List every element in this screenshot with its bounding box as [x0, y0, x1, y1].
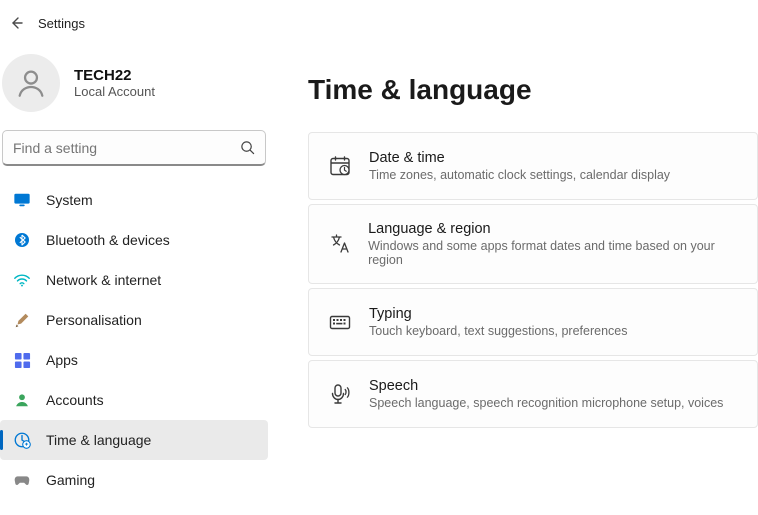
card-title: Typing [369, 306, 627, 322]
card-subtitle: Time zones, automatic clock settings, ca… [369, 168, 670, 182]
card-date-time[interactable]: Date & time Time zones, automatic clock … [308, 132, 758, 200]
user-subtitle: Local Account [74, 84, 155, 99]
sidebar-item-personalisation[interactable]: Personalisation [0, 300, 268, 340]
sidebar-item-time-language[interactable]: Time & language [0, 420, 268, 460]
sidebar-item-system[interactable]: System [0, 180, 268, 220]
sidebar-item-accounts[interactable]: Accounts [0, 380, 268, 420]
card-speech[interactable]: Speech Speech language, speech recogniti… [308, 360, 758, 428]
search-icon [240, 140, 255, 155]
wifi-icon [12, 270, 32, 290]
sidebar-item-label: System [46, 192, 93, 208]
sidebar-item-network[interactable]: Network & internet [0, 260, 268, 300]
sidebar-item-label: Personalisation [46, 312, 142, 328]
bluetooth-icon [12, 230, 32, 250]
sidebar: TECH22 Local Account [0, 46, 268, 515]
sidebar-item-gaming[interactable]: Gaming [0, 460, 268, 500]
user-block[interactable]: TECH22 Local Account [0, 46, 268, 130]
language-region-icon [327, 231, 352, 257]
titlebar: Settings [0, 0, 758, 46]
sidebar-item-label: Apps [46, 352, 78, 368]
card-subtitle: Touch keyboard, text suggestions, prefer… [369, 324, 627, 338]
card-language-region[interactable]: Language & region Windows and some apps … [308, 204, 758, 284]
date-time-icon [327, 153, 353, 179]
user-name: TECH22 [74, 67, 155, 84]
speech-icon [327, 381, 353, 407]
typing-icon [327, 309, 353, 335]
sidebar-item-label: Bluetooth & devices [46, 232, 170, 248]
system-icon [12, 190, 32, 210]
window-title: Settings [38, 16, 85, 31]
card-subtitle: Windows and some apps format dates and t… [368, 239, 739, 267]
back-button[interactable] [4, 11, 28, 35]
accounts-icon [12, 390, 32, 410]
card-list: Date & time Time zones, automatic clock … [308, 132, 758, 428]
card-title: Speech [369, 378, 723, 394]
sidebar-item-label: Accounts [46, 392, 104, 408]
card-title: Language & region [368, 221, 739, 237]
sidebar-item-label: Network & internet [46, 272, 161, 288]
card-subtitle: Speech language, speech recognition micr… [369, 396, 723, 410]
page-title: Time & language [308, 74, 758, 106]
card-title: Date & time [369, 150, 670, 166]
nav: System Bluetooth & devices [0, 180, 268, 500]
search-input[interactable] [13, 140, 240, 156]
apps-icon [12, 350, 32, 370]
main: Time & language Date & time [268, 46, 758, 515]
gaming-icon [12, 470, 32, 490]
sidebar-item-apps[interactable]: Apps [0, 340, 268, 380]
brush-icon [12, 310, 32, 330]
sidebar-item-bluetooth[interactable]: Bluetooth & devices [0, 220, 268, 260]
avatar [2, 54, 60, 112]
search-box[interactable] [2, 130, 266, 166]
sidebar-item-label: Gaming [46, 472, 95, 488]
time-language-icon [12, 430, 32, 450]
card-typing[interactable]: Typing Touch keyboard, text suggestions,… [308, 288, 758, 356]
sidebar-item-label: Time & language [46, 432, 151, 448]
